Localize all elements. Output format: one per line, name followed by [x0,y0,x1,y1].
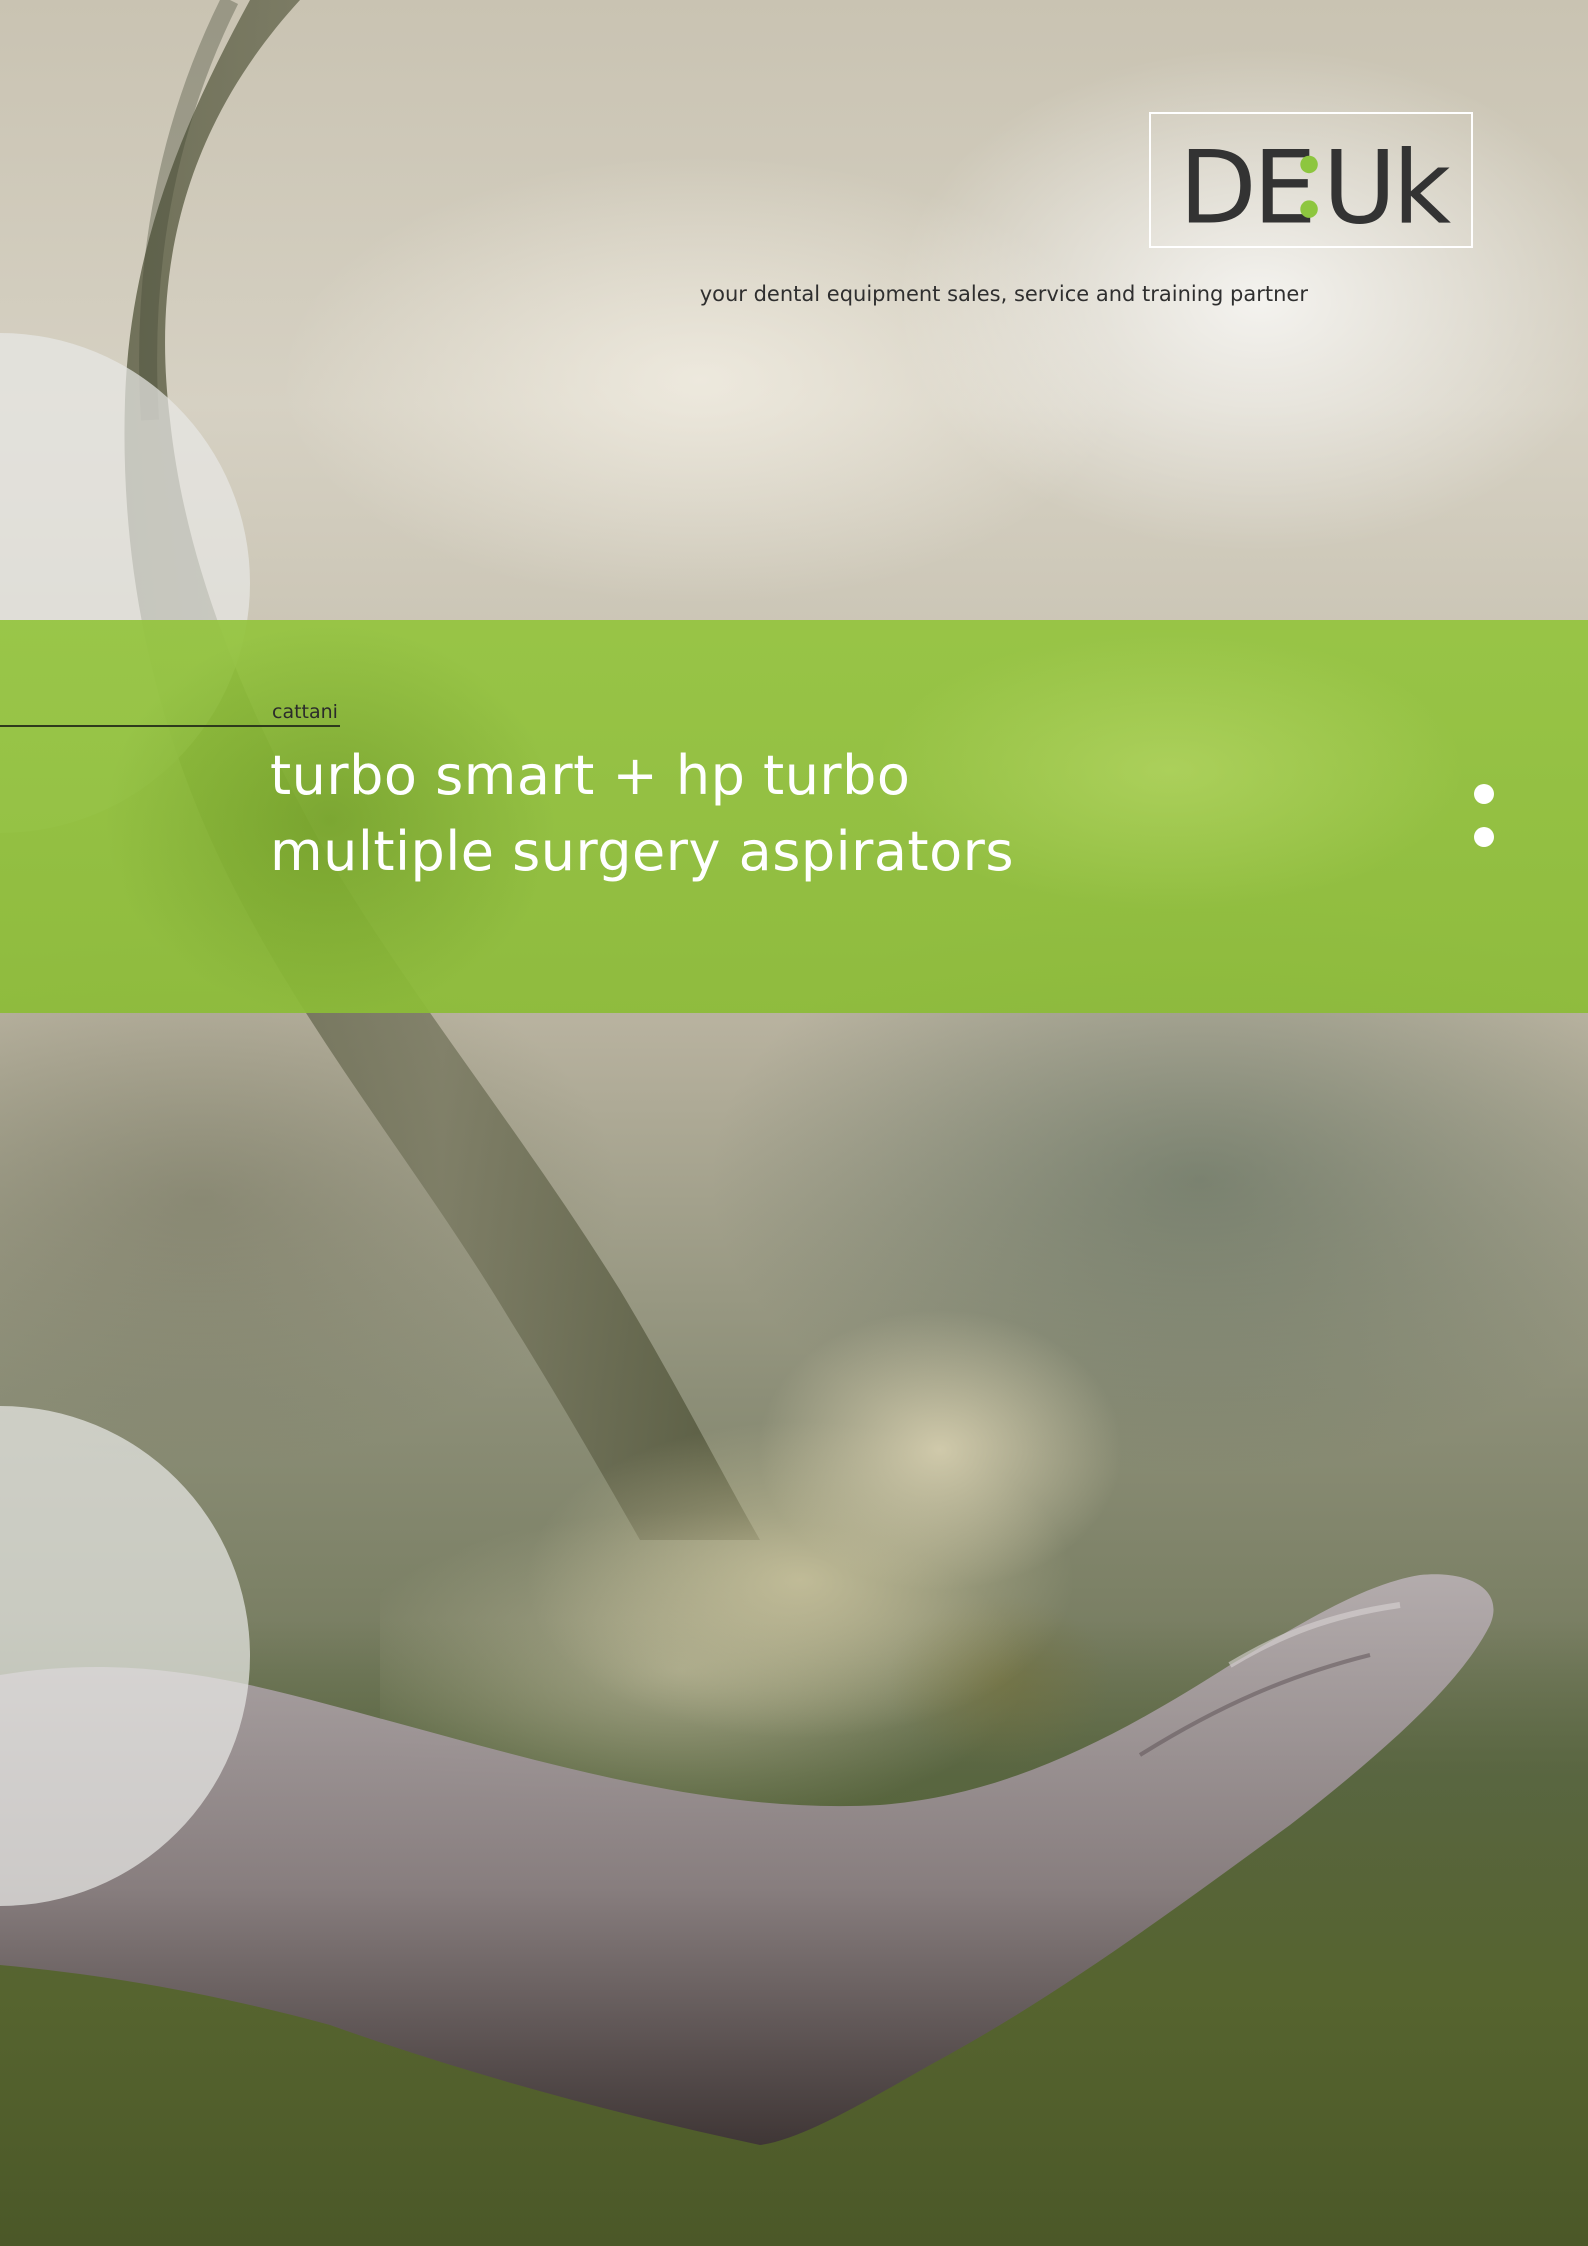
svg-text:Uk: Uk [1323,129,1452,246]
logo-mark: DE Uk [1179,129,1456,246]
pager-dot-1 [1474,784,1494,804]
pager-dot-2 [1474,827,1494,847]
title-line-1: turbo smart + hp turbo [270,744,911,807]
page-title: turbo smart + hp turbo multiple surgery … [270,738,1014,890]
brand-label: cattani [272,701,338,723]
cover-photo [0,0,1588,2246]
tagline: your dental equipment sales, service and… [699,282,1308,306]
svg-text:DE: DE [1179,129,1313,246]
title-line-2: multiple surgery aspirators [270,820,1014,883]
brand-underline [0,725,340,727]
company-logo: DE Uk [1149,112,1473,248]
